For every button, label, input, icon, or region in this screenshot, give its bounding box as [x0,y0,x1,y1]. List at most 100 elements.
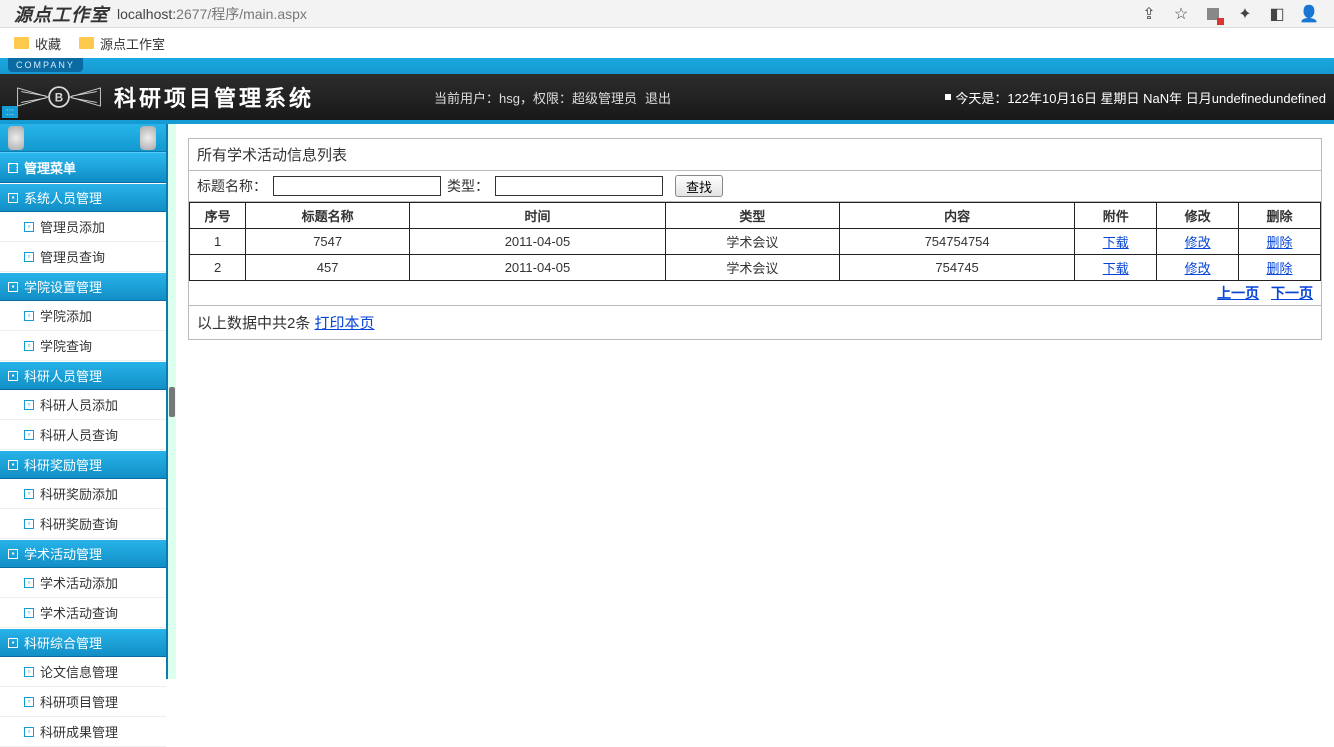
menu-item-label: 科研人员添加 [40,395,118,414]
panel-title: 所有学术活动信息列表 [189,139,1321,171]
browser-url[interactable]: localhost:2677/程序/main.aspx [117,4,307,24]
menu-root: ⋮⋮ 管理菜单 ▪系统人员管理▫管理员添加▫管理员查询▪学院设置管理▫学院添加▫… [0,152,166,747]
pager: 上一页 下一页 [189,281,1321,305]
edit-link[interactable]: 修改 [1185,261,1211,276]
cell-type: 学术会议 [665,229,839,255]
logout-link[interactable]: 退出 [645,88,671,107]
menu-item[interactable]: ▫科研成果管理 [0,717,166,747]
square-icon: ▫ [24,519,34,529]
cell-content: 754745 [839,255,1074,281]
sidebar: ⋮⋮ 管理菜单 ▪系统人员管理▫管理员添加▫管理员查询▪学院设置管理▫学院添加▫… [0,124,168,679]
splitter[interactable] [168,124,176,679]
square-icon: ▪ [8,282,18,292]
square-icon: ▫ [24,608,34,618]
square-icon: ▫ [24,400,34,410]
menu-group-label: 科研奖励管理 [24,455,102,474]
menu-item[interactable]: ▫ 科研项目管理 [0,687,166,717]
search-button[interactable]: 查找 [675,175,723,197]
menu-group-3[interactable]: ▪ 科研奖励管理 [0,450,166,479]
menu-group-0[interactable]: ▪系统人员管理 [0,183,166,212]
profile-icon[interactable]: 👤 [1300,5,1318,23]
column-header: 内容 [839,203,1074,229]
knob-icon [8,126,24,150]
delete-link[interactable]: 删除 [1267,235,1293,250]
folder-icon [79,37,94,49]
column-header: 类型 [665,203,839,229]
cell-title: 457 [246,255,410,281]
menu-item[interactable]: ▫学院添加 [0,301,166,331]
square-icon: ▪ [8,638,18,648]
menu-group-label: 学院设置管理 [24,277,102,296]
menu-group-2[interactable]: ▪科研人员管理 [0,361,166,390]
panel-icon[interactable]: ◧ [1268,5,1286,23]
square-icon: ▫ [24,341,34,351]
menu-item[interactable]: ▫科研奖励添加 [0,479,166,509]
browser-logo: 源点工作室 [6,1,117,27]
menu-item-label: 学术活动查询 [40,603,118,622]
extension-icon[interactable] [1204,5,1222,23]
square-icon: ▫ [24,430,34,440]
app-header: ::: B 科研项目管理系统 当前用户：hsg，权限：超级管理员 退出 今天是：… [0,74,1334,124]
print-link[interactable]: 打印本页 [315,315,375,332]
cell-action: 下载 [1075,255,1157,281]
puzzle-icon[interactable]: ✦ [1236,5,1254,23]
menu-item[interactable]: ▫管理员添加 [0,212,166,242]
square-icon: ▪ [8,371,18,381]
download-link[interactable]: 下载 [1103,261,1129,276]
cell-action: 下载 [1075,229,1157,255]
menu-item-label: 科研成果管理 [40,722,118,741]
app-title: 科研项目管理系统 [114,81,314,113]
menu-item[interactable]: ▫ 学术活动查询 [0,598,166,628]
delete-link[interactable]: 删除 [1267,261,1293,276]
cell-action: 修改 [1157,255,1239,281]
menu-root-header[interactable]: ⋮⋮ 管理菜单 [0,152,166,183]
star-icon[interactable]: ☆ [1172,5,1190,23]
menu-item[interactable]: ▫ 论文信息管理 [0,657,166,687]
summary-text: 以上数据中共2条 [197,315,310,332]
column-header: 标题名称 [246,203,410,229]
menu-item[interactable]: ▫管理员查询 [0,242,166,272]
menu-item-label: 科研奖励添加 [40,484,118,503]
cell-date: 2011-04-05 [410,255,666,281]
menu-item-label: 论文信息管理 [40,662,118,681]
square-icon: ▫ [24,311,34,321]
search-label-title: 标题名称： [197,176,267,196]
bookmark-studio[interactable]: 源点工作室 [79,34,165,53]
square-icon: ▪ [8,460,18,470]
pager-prev[interactable]: 上一页 [1217,285,1259,301]
cell-content: 754754754 [839,229,1074,255]
menu-item-label: 管理员添加 [40,217,105,236]
menu-item[interactable]: ▫ 科研人员添加 [0,390,166,420]
menu-item-label: 学术活动添加 [40,573,118,592]
edit-link[interactable]: 修改 [1185,235,1211,250]
menu-group-4[interactable]: ▪ 学术活动管理 [0,539,166,568]
search-input-title[interactable] [273,176,441,196]
square-icon: ▫ [24,578,34,588]
column-header: 删除 [1239,203,1321,229]
menu-item[interactable]: ▫ 学术活动添加 [0,568,166,598]
bookmark-favorites[interactable]: 收藏 [14,34,61,53]
knob-icon [140,126,156,150]
browser-actions: ⇪ ☆ ✦ ◧ 👤 [1140,5,1328,23]
menu-item-label: 科研奖励查询 [40,514,118,533]
menu-item[interactable]: ▫学院查询 [0,331,166,361]
share-icon[interactable]: ⇪ [1140,5,1158,23]
square-icon: ▫ [24,667,34,677]
square-icon: ▫ [24,697,34,707]
menu-group-label: 科研综合管理 [24,633,102,652]
menu-group-5[interactable]: ▪ 科研综合管理 [0,628,166,657]
menu-group-label: 系统人员管理 [24,188,102,207]
search-input-type[interactable] [495,176,663,196]
main-content: 所有学术活动信息列表 标题名称： 类型： 查找 序号标题名称时间类型内容附件修改… [176,124,1334,679]
menu-item-label: 科研项目管理 [40,692,118,711]
menu-item[interactable]: ▫科研人员查询 [0,420,166,450]
square-icon: ▪ [8,549,18,559]
download-link[interactable]: 下载 [1103,235,1129,250]
pager-next[interactable]: 下一页 [1271,285,1313,301]
grid-icon: ::: [2,106,18,118]
menu-group-1[interactable]: ▪ 学院设置管理 [0,272,166,301]
cell-action: 删除 [1239,255,1321,281]
menu-item[interactable]: ▫ 科研奖励查询 [0,509,166,539]
cell-seq: 2 [190,255,246,281]
menu-group-label: 学术活动管理 [24,544,102,563]
